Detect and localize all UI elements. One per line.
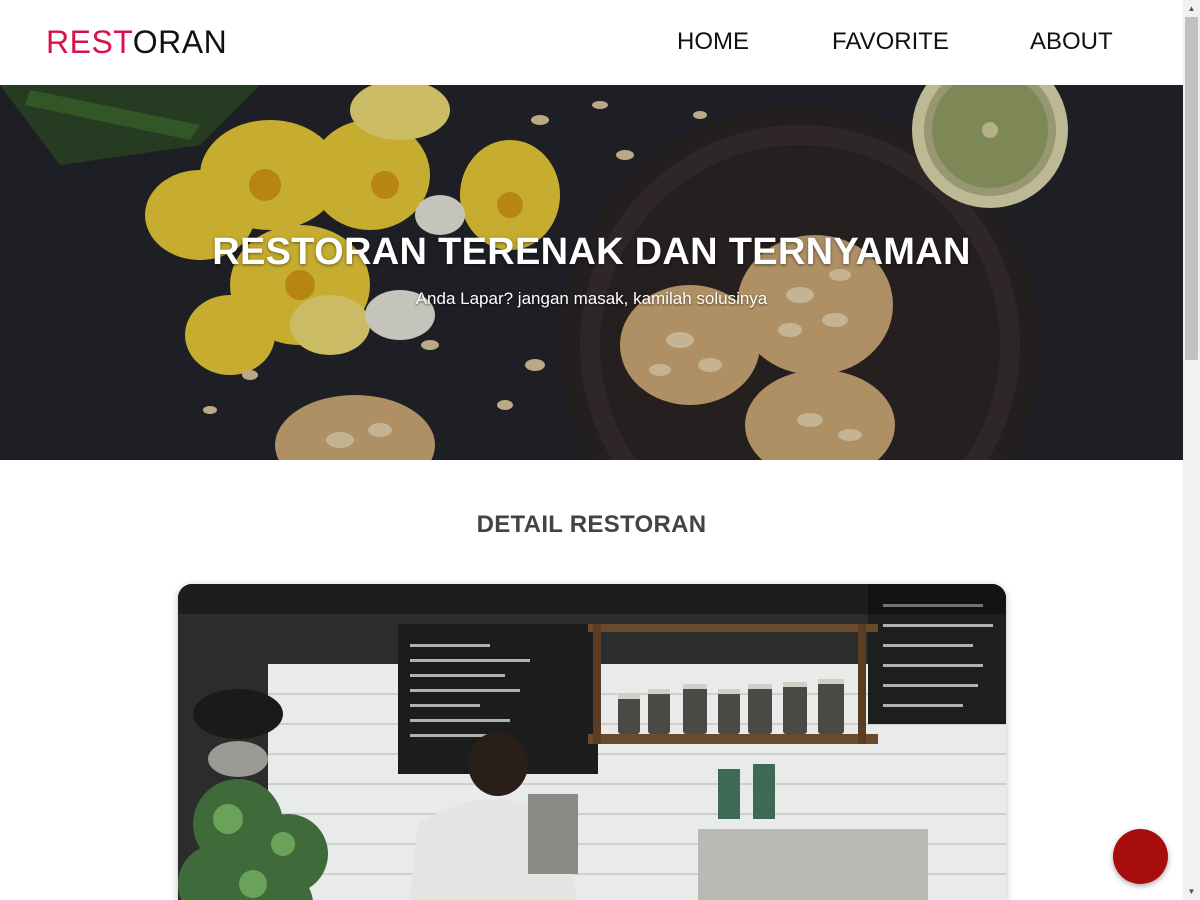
brand-rest-text: ORAN (132, 24, 228, 60)
hero-subtitle: Anda Lapar? jangan masak, kamilah solusi… (415, 289, 768, 308)
detail-section-title: DETAIL RESTORAN (476, 511, 707, 538)
scroll-up-arrow-icon[interactable]: ▲ (1183, 0, 1200, 17)
restaurant-photo (178, 584, 1006, 900)
brand-accent-text: REST (46, 24, 133, 60)
scroll-down-arrow-icon[interactable]: ▼ (1183, 883, 1200, 900)
hero-title: RESTORAN TERENAK DAN TERNYAMAN (212, 231, 971, 273)
nav-home-link[interactable]: HOME (677, 30, 749, 54)
nav-favorite-link[interactable]: FAVORITE (832, 30, 949, 54)
restaurant-detail-image (178, 584, 1006, 900)
hero-banner: RESTORAN TERENAK DAN TERNYAMAN Anda Lapa… (0, 85, 1183, 460)
floating-action-button[interactable] (1113, 829, 1168, 884)
scrollbar-thumb[interactable] (1185, 17, 1198, 360)
site-header: RESTORAN HOME FAVORITE ABOUT (0, 0, 1183, 85)
page-scrollbar[interactable]: ▲ ▼ (1183, 0, 1200, 900)
nav-about-link[interactable]: ABOUT (1030, 30, 1113, 54)
page-viewport: RESTORAN HOME FAVORITE ABOUT RESTORAN TE… (0, 0, 1183, 900)
brand-logo[interactable]: RESTORAN (46, 22, 227, 62)
